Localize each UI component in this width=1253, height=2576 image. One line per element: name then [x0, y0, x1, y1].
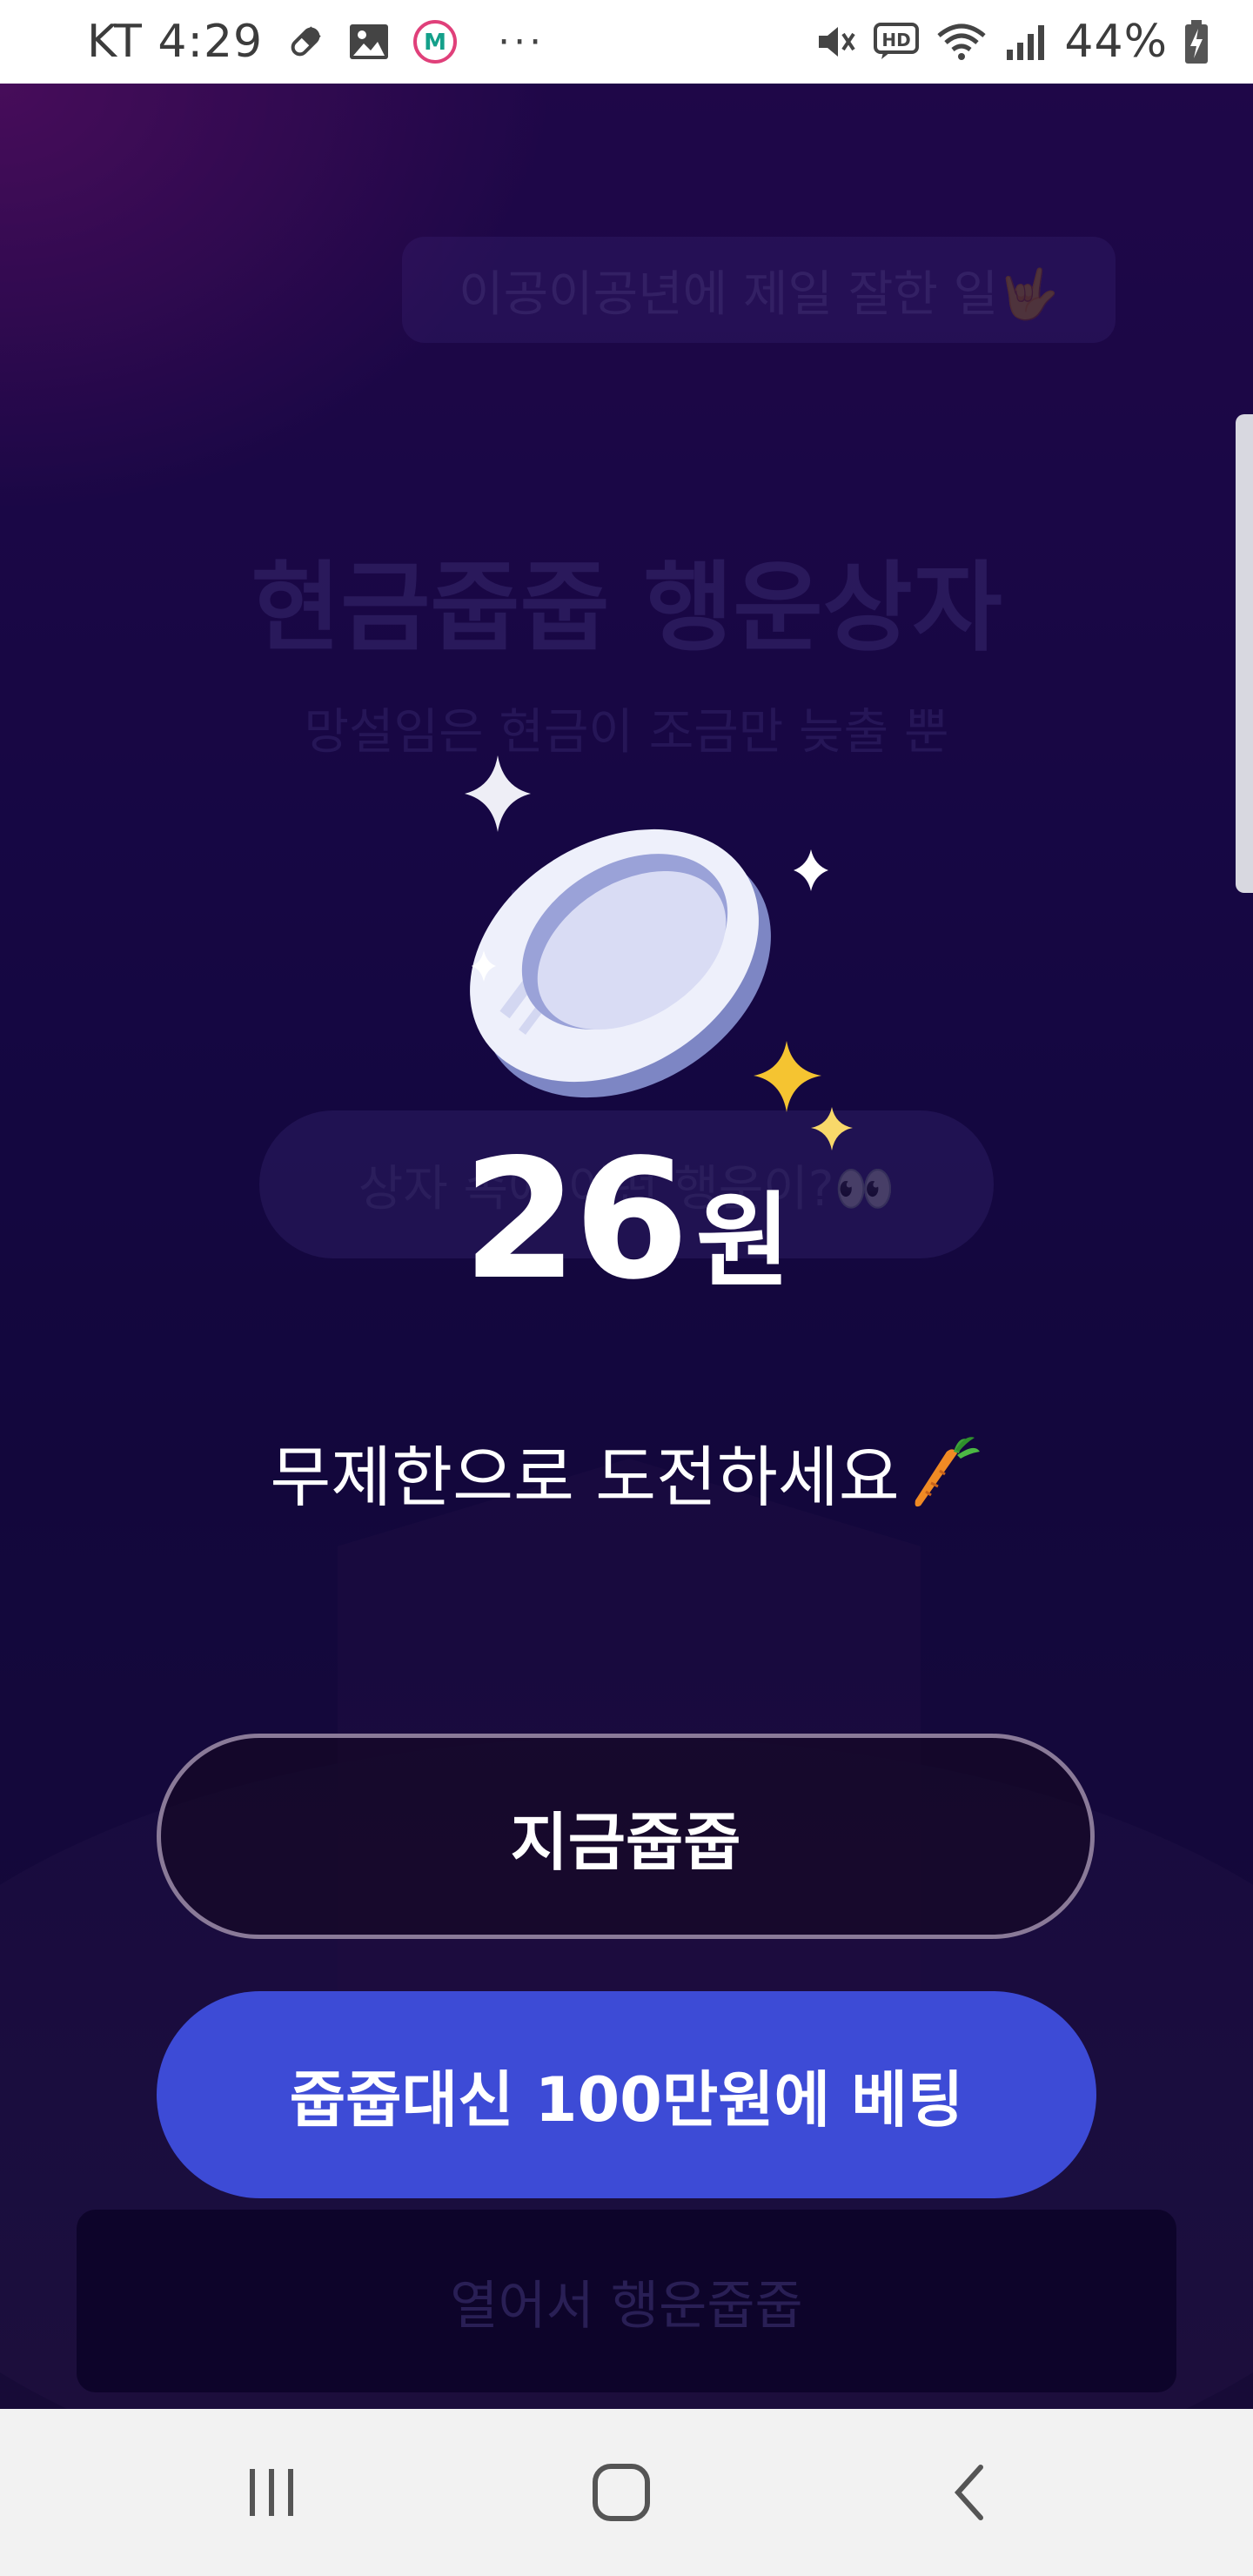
- hd-icon: HD: [873, 22, 920, 62]
- reward-amount-number: 26: [462, 1124, 689, 1316]
- reward-message: 무제한으로 도전하세요: [0, 1424, 1253, 1528]
- signal-icon: [1003, 20, 1049, 64]
- carrot-icon: [905, 1434, 983, 1528]
- battery-charging-icon: [1183, 18, 1209, 65]
- reward-message-text: 무제한으로 도전하세요: [270, 1439, 900, 1516]
- overflow-dots: ···: [498, 19, 546, 64]
- mute-icon: [814, 20, 857, 64]
- wifi-icon: [935, 20, 988, 64]
- collect-now-button[interactable]: 지금줍줍: [157, 1734, 1095, 1939]
- reward-amount: 26 원: [0, 1124, 1253, 1316]
- svg-text:M: M: [424, 30, 446, 56]
- m-app-icon: M: [412, 19, 458, 64]
- battery-percent: 44%: [1064, 16, 1168, 68]
- recent-apps-icon: [250, 2469, 293, 2516]
- sparkle-icon: [794, 849, 828, 891]
- app-screen: 이공이공년에 제일 잘한 일🤟 현금줍줍 행운상자 망설임은 현금이 조금만 늦…: [0, 84, 1253, 2409]
- carrier-time: KT 4:29: [87, 16, 264, 68]
- reward-amount-unit: 원: [695, 1181, 791, 1301]
- home-icon: [593, 2464, 650, 2521]
- back-button[interactable]: [884, 2409, 1058, 2576]
- bet-button[interactable]: 줍줍대신 100만원에 베팅: [157, 1991, 1096, 2198]
- scrollbar[interactable]: [1236, 414, 1253, 893]
- svg-text:HD: HD: [882, 30, 911, 50]
- back-icon: [954, 2465, 983, 2520]
- navigation-bar: [0, 2409, 1253, 2576]
- sparkle-icon: [465, 755, 531, 832]
- home-button[interactable]: [534, 2409, 708, 2576]
- image-icon: [348, 23, 390, 61]
- status-bar: KT 4:29 M ··· HD 44%: [0, 0, 1253, 84]
- pill-icon: [285, 22, 325, 62]
- recent-apps-button[interactable]: [184, 2409, 358, 2576]
